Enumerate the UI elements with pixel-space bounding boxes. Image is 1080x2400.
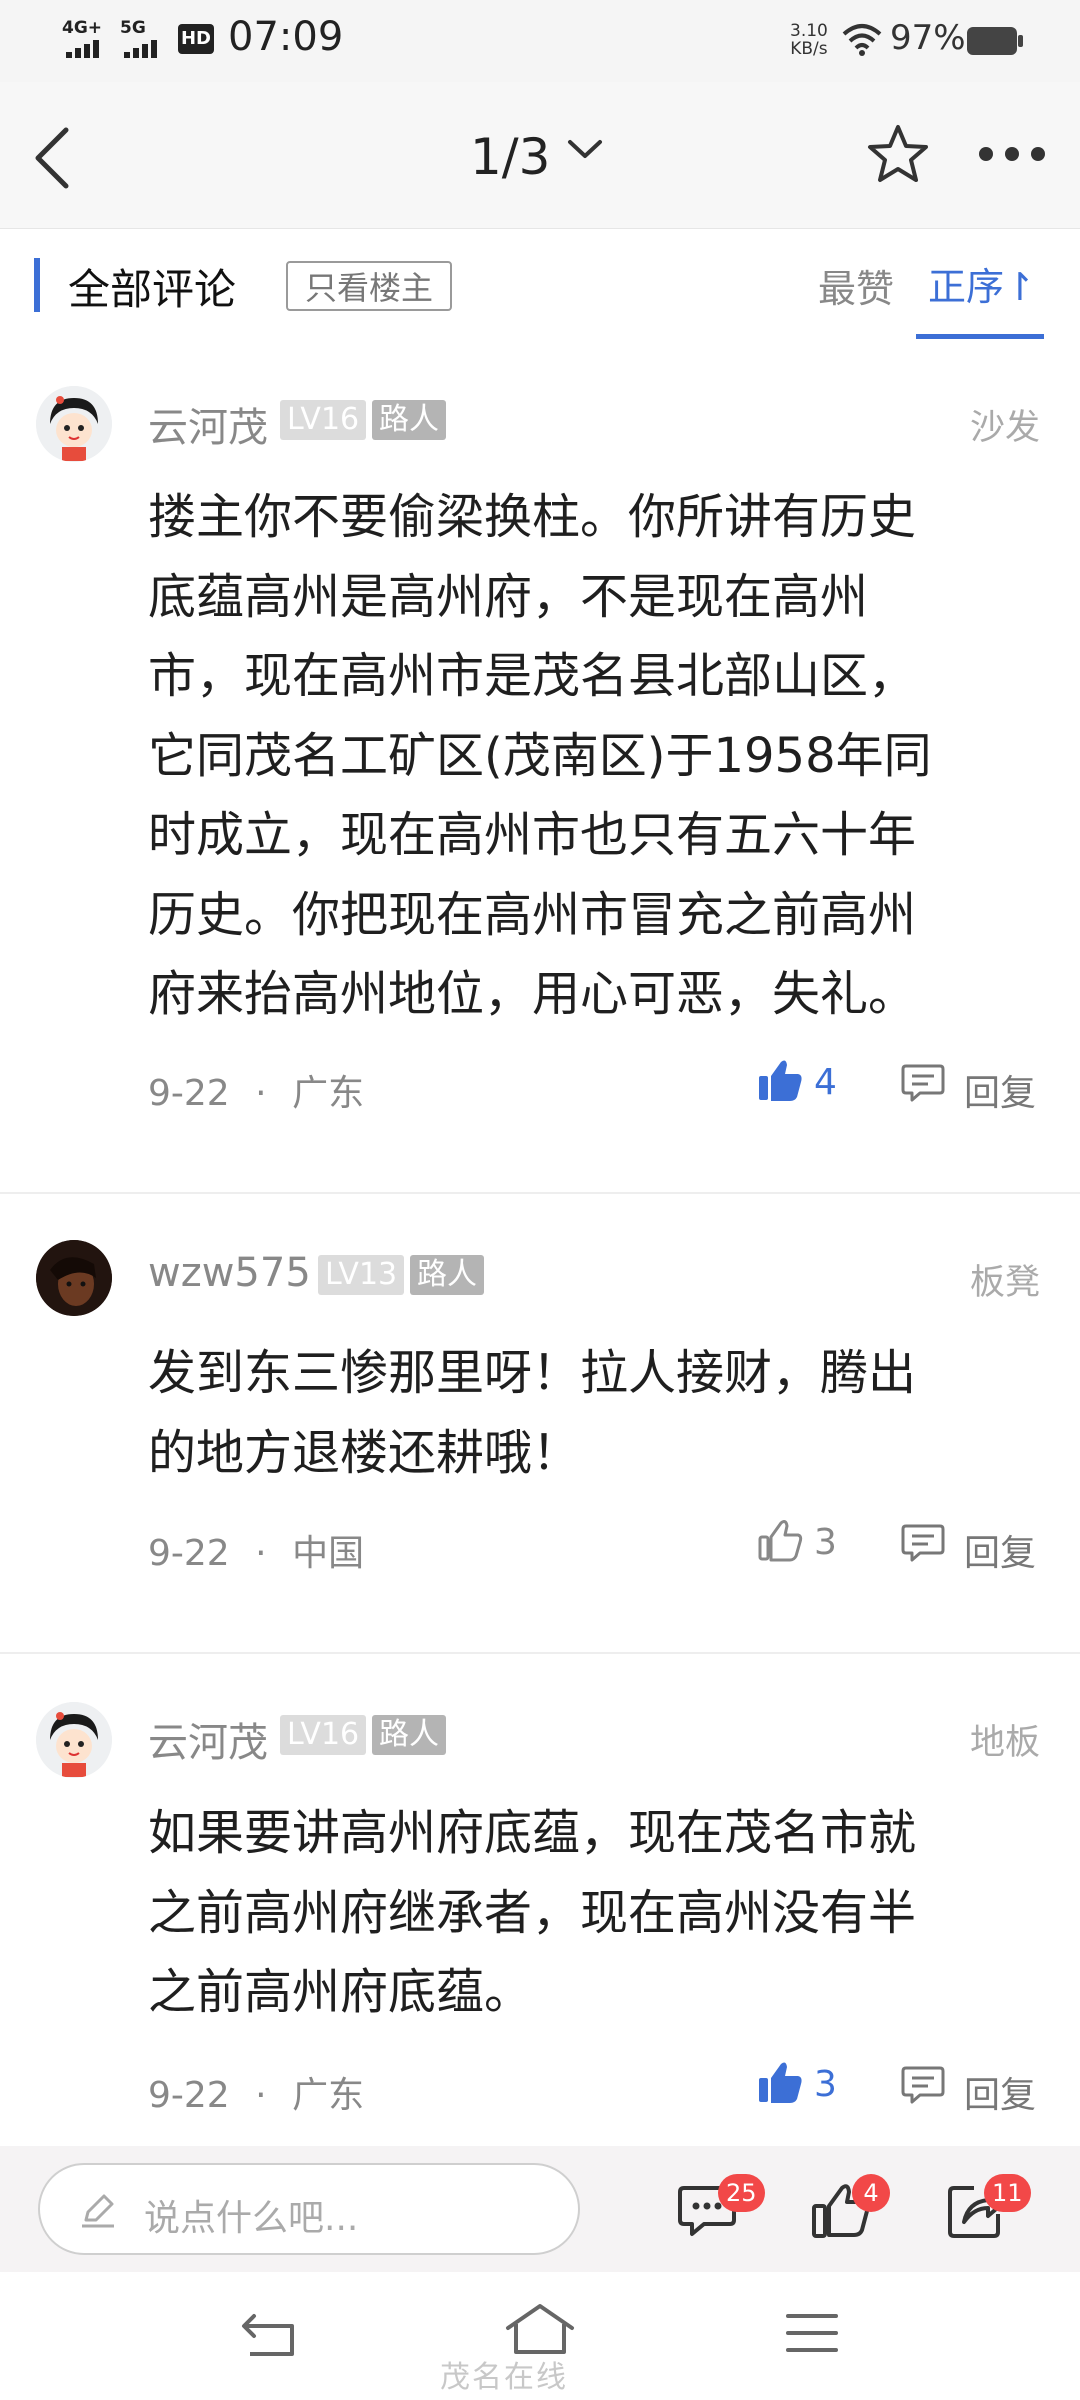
signal-icon-2 — [124, 40, 157, 58]
share-count-badge: 11 — [984, 2174, 1031, 2212]
wifi-icon — [842, 24, 882, 56]
avatar[interactable] — [36, 386, 112, 462]
reply-button[interactable]: 回复 — [964, 1064, 1036, 1116]
network-4g-label: 4G+ — [62, 18, 103, 38]
hd-voice-icon: HD — [178, 24, 214, 54]
avatar[interactable] — [36, 1702, 112, 1778]
comment-item: 云河茂 LV16 路人 沙发 搂主你不要偷梁换柱。你所讲有历史 底蕴高州是高州府… — [0, 370, 1080, 1192]
comment-line: 府来抬高州地位，用心可恶，失礼。 — [148, 966, 917, 1022]
username[interactable]: 云河茂 — [148, 1710, 268, 1768]
page-indicator[interactable]: 1/3 — [470, 128, 550, 186]
comment-line: 市，现在高州市是茂名县北部山区， — [148, 648, 917, 704]
network-speed: 3.10 KB/s — [790, 22, 828, 58]
comment-date: 9-22 — [148, 2075, 230, 2116]
comment-body: 发到东三惨那里呀！拉人接财，腾出 的地方退楼还耕哦！ — [148, 1334, 978, 1493]
status-bar: 4G+ 5G HD 07:09 3.10 KB/s 97% — [0, 0, 1080, 82]
like-count: 3 — [814, 2064, 837, 2105]
comment-line: 搂主你不要偷梁换柱。你所讲有历史 — [148, 489, 917, 545]
comments-count-badge: 25 — [718, 2174, 765, 2212]
comment-divider — [0, 1192, 1080, 1194]
cartoon-avatar-icon — [36, 386, 112, 462]
signal-icon-1 — [66, 40, 99, 58]
comment-meta: 9-22 · 广东 — [148, 1064, 364, 1116]
more-icon[interactable] — [976, 144, 1048, 164]
all-comments-title: 全部评论 — [68, 265, 237, 314]
comment-line: 的地方退楼还耕哦！ — [148, 1424, 581, 1481]
floor-label: 地板 — [969, 1723, 1040, 1763]
thumbs-up-icon[interactable] — [756, 2058, 804, 2106]
speed-value: 3.10 — [790, 21, 828, 41]
level-badge: LV16 — [280, 400, 367, 440]
meta-separator: · — [255, 2075, 267, 2116]
role-badge: 路人 — [372, 1715, 446, 1755]
comment-region: 广东 — [292, 2075, 365, 2116]
comment-line: 之前高州府底蕴。 — [148, 1964, 533, 2020]
photo-avatar-icon — [36, 1240, 112, 1316]
comment-region: 中国 — [292, 1533, 365, 1574]
speed-unit: KB/s — [790, 39, 828, 59]
reply-icon[interactable] — [900, 2062, 946, 2108]
comment-item: 云河茂 LV16 路人 地板 如果要讲高州府底蕴，现在茂名市就 之前高州府继承者… — [0, 1690, 1080, 2146]
floor-label: 沙发 — [969, 408, 1040, 448]
comment-line: 之前高州府继承者，现在高州没有半 — [148, 1884, 917, 1941]
username[interactable]: 云河茂 — [148, 395, 268, 453]
cartoon-avatar-icon — [36, 1702, 112, 1778]
comment-divider — [0, 1652, 1080, 1654]
active-tab-underline — [916, 334, 1044, 339]
level-badge: LV16 — [280, 1715, 367, 1755]
comment-line: 底蕴高州是高州府，不是现在高州 — [148, 568, 869, 625]
back-icon[interactable] — [30, 126, 74, 190]
system-menu-icon[interactable] — [784, 2310, 840, 2356]
comment-meta: 9-22 · 中国 — [148, 1524, 364, 1576]
network-5g-label: 5G — [120, 18, 146, 38]
comment-line: 如果要讲高州府底蕴，现在茂名市就 — [148, 1805, 917, 1861]
comment-body: 如果要讲高州府底蕴，现在茂名市就 之前高州府继承者，现在高州没有半 之前高州府底… — [148, 1794, 978, 2033]
meta-separator: · — [255, 1533, 267, 1574]
star-icon[interactable] — [866, 122, 930, 186]
meta-separator: · — [255, 1073, 267, 1114]
only-op-button[interactable]: 只看楼主 — [286, 261, 452, 311]
comment-meta: 9-22 · 广东 — [148, 2066, 364, 2118]
battery-icon — [967, 27, 1023, 55]
reply-icon[interactable] — [900, 1520, 946, 1566]
pencil-icon — [82, 2194, 114, 2228]
level-badge: LV13 — [318, 1255, 405, 1295]
comment-date: 9-22 — [148, 1533, 230, 1574]
top-nav-bar: 1/3 — [0, 82, 1080, 229]
comment-line: 历史。你把现在高州市冒充之前高州 — [148, 886, 917, 943]
floor-label: 板凳 — [969, 1263, 1040, 1303]
username[interactable]: wzw575 — [148, 1250, 311, 1296]
like-count: 4 — [814, 1062, 837, 1103]
comment-date: 9-22 — [148, 1073, 230, 1114]
system-back-icon[interactable] — [240, 2308, 298, 2360]
battery-percent: 97% — [890, 18, 966, 58]
sort-ascending-tab[interactable]: 正序↾ — [928, 256, 1036, 311]
role-badge: 路人 — [410, 1255, 484, 1295]
thumbs-up-icon[interactable] — [756, 1056, 804, 1104]
comment-body: 搂主你不要偷梁换柱。你所讲有历史 底蕴高州是高州府，不是现在高州 市，现在高州市… — [148, 478, 978, 1035]
status-time: 07:09 — [228, 14, 344, 60]
comment-line: 时成立，现在高州市也只有五六十年 — [148, 807, 917, 863]
reply-button[interactable]: 回复 — [964, 2066, 1036, 2118]
avatar[interactable] — [36, 1240, 112, 1316]
role-badge: 路人 — [372, 400, 446, 440]
like-count: 3 — [814, 1522, 837, 1563]
comment-line: 它同茂名工矿区(茂南区)于1958年同 — [148, 727, 932, 784]
reply-icon[interactable] — [900, 1060, 946, 1106]
like-count-badge: 4 — [852, 2174, 890, 2212]
section-accent-bar — [34, 258, 40, 312]
comment-region: 广东 — [292, 1073, 365, 1114]
comment-item: wzw575 LV13 路人 板凳 发到东三惨那里呀！拉人接财，腾出 的地方退楼… — [0, 1230, 1080, 1650]
reply-button[interactable]: 回复 — [964, 1524, 1036, 1576]
sort-most-liked-tab[interactable]: 最赞 — [818, 258, 894, 313]
thumbs-up-icon[interactable] — [756, 1516, 804, 1564]
chevron-down-icon[interactable] — [566, 134, 604, 164]
watermark: 茂名在线 — [440, 2360, 568, 2395]
comment-input-placeholder[interactable]: 说点什么吧... — [144, 2189, 358, 2241]
comment-line: 发到东三惨那里呀！拉人接财，腾出 — [148, 1345, 917, 1401]
